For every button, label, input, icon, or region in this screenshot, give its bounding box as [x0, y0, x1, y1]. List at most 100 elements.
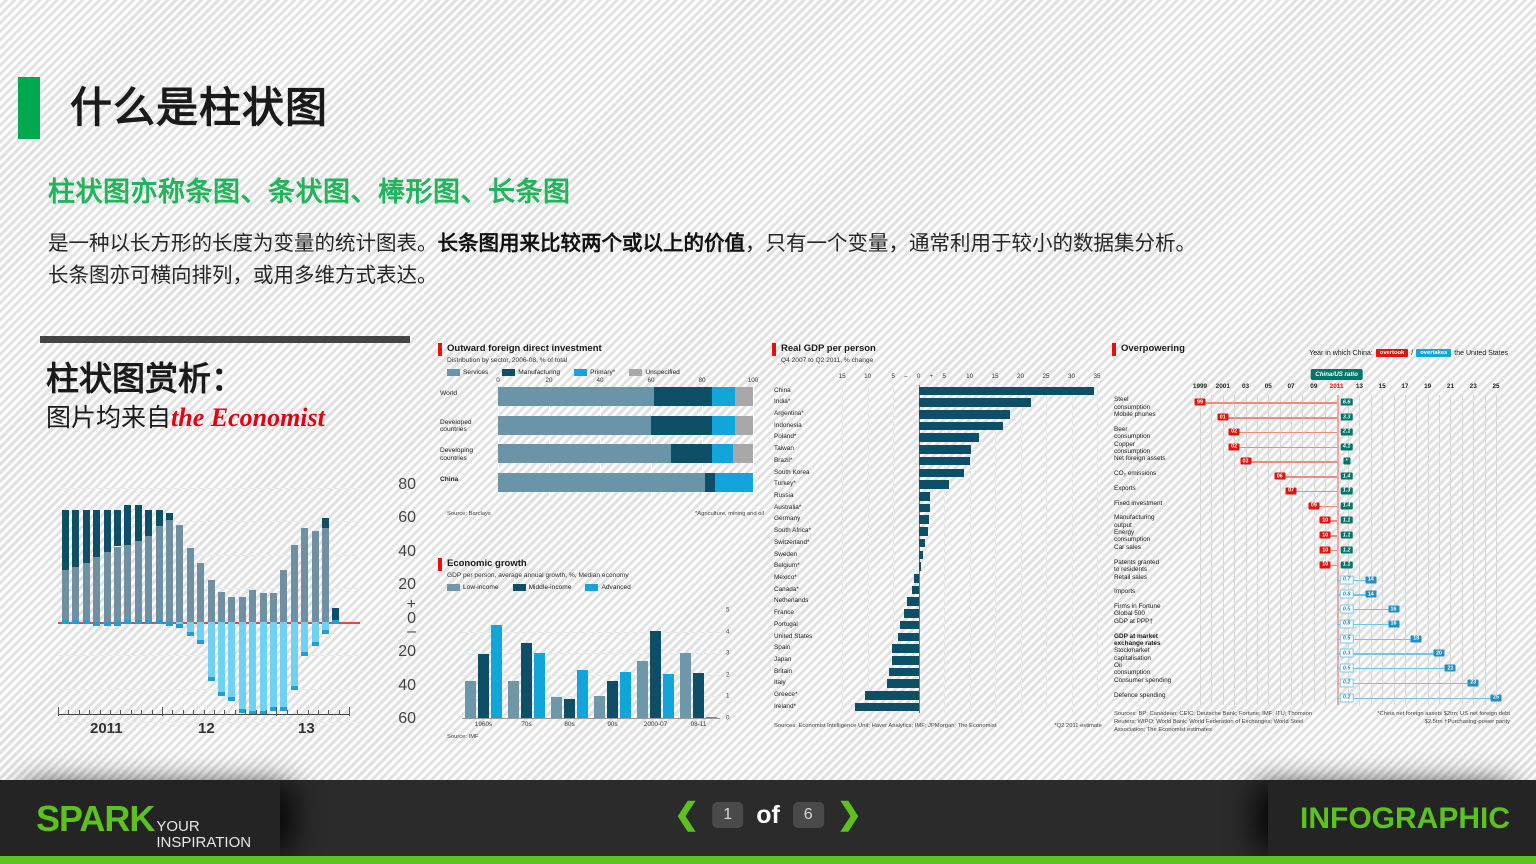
red-marker-icon: [438, 343, 442, 356]
row-label: Netherlands: [774, 597, 809, 605]
chevron-right-icon[interactable]: ❯: [837, 800, 862, 830]
x-axis-tick: [297, 710, 299, 715]
year-axis-label: 13: [1355, 383, 1363, 390]
bar-segment-mid: [207, 579, 215, 622]
x-axis-label: 2000-07: [643, 721, 668, 728]
x-axis-tick: [193, 710, 195, 715]
paragraph-seg-bold: 长条图用来比较两个或以上的价值: [437, 232, 746, 255]
bar-segment-mid: [166, 519, 173, 622]
table-row: [498, 444, 753, 463]
bar-segment-mid: [145, 536, 153, 622]
x-axis-tick: [110, 710, 111, 715]
over-source: Sources: BP; Canadean; CEIC; Deutsche Ba…: [1114, 711, 1313, 733]
legend-label: Low-income: [463, 584, 499, 591]
x-axis-label: 90s: [607, 721, 618, 728]
legend-item: Advanced: [585, 584, 631, 591]
row-label: France: [774, 609, 794, 617]
row-label: Japan: [774, 655, 792, 663]
bar: [706, 716, 717, 718]
y-axis-tick-label: 20: [398, 643, 416, 661]
bar: [607, 681, 618, 718]
year-axis-label: 2011: [1329, 383, 1344, 390]
year-chip-future: 21: [1444, 664, 1456, 672]
row-label: GDP at market exchange rates: [1114, 632, 1161, 647]
bar-segment-mid: [311, 531, 319, 622]
row-label: Mobile phones: [1114, 411, 1156, 419]
x-axis-label: 20: [545, 377, 553, 384]
x-axis-tick: [182, 710, 184, 715]
year-axis-label: 19: [1424, 383, 1432, 390]
legend-item: Primary*: [574, 369, 615, 376]
row-label: Steel consumption: [1114, 396, 1151, 411]
bar-segment: [498, 472, 705, 492]
bar: [534, 653, 545, 718]
gridline: [1484, 395, 1486, 705]
bar: [907, 597, 919, 606]
x-axis-label: 2011: [90, 720, 123, 737]
year-chip-future: 14: [1365, 590, 1377, 598]
current-page-box[interactable]: 1: [712, 802, 744, 828]
bar-segment-mid: [134, 541, 142, 622]
bar-segment-mid: [259, 593, 267, 622]
ratio-chip: 2.1: [1340, 428, 1353, 436]
bar-segment-dark: [134, 504, 142, 542]
year-axis-label: 09: [1310, 383, 1318, 390]
gridline: [1279, 395, 1281, 705]
over-header-prefix: Year in which China:: [1309, 349, 1373, 357]
row-label: Developed countries: [440, 418, 472, 434]
bar-segment-negative: [270, 621, 277, 711]
ratio-chip: 1.1: [1340, 516, 1353, 524]
year-chip-future: 18: [1410, 635, 1422, 643]
y-axis-tick-label: 40: [398, 542, 416, 560]
bar-segment: [498, 444, 672, 463]
body-paragraph: 是一种以长方形的长度为变量的统计图表。长条图用来比较两个或以上的价值，只有一个变…: [48, 228, 1498, 293]
footer-bar: SPARK YOUR INSPIRATION ❮ 1 of 6 ❯ INFOGR…: [0, 780, 1536, 864]
gridline: [58, 488, 360, 489]
bar-group: [634, 610, 677, 718]
bar-segment: [653, 387, 713, 406]
year-chip-future: 16: [1388, 605, 1400, 613]
gridline: [1291, 395, 1293, 705]
x-axis-label: 25: [1042, 373, 1050, 380]
bar-cap: [114, 622, 121, 627]
diverging-plot-area: [58, 488, 360, 723]
gridline: [1404, 395, 1406, 705]
x-axis-label: +: [929, 373, 934, 380]
bar-segment-negative: [228, 621, 236, 701]
bar: [918, 386, 1095, 396]
chevron-left-icon[interactable]: ❮: [674, 800, 699, 830]
bar-segment: [714, 472, 753, 492]
gridline: [1370, 395, 1372, 705]
brand-tagline-line1: YOUR: [156, 818, 200, 835]
row-label: China: [774, 386, 791, 394]
bar: [918, 538, 925, 548]
ratio-chip: 0.5: [1339, 634, 1354, 644]
bar-segment-dark: [62, 509, 69, 570]
chart-diverging: 80 60 40 20 +0–20 40 60 2011 12 13: [48, 476, 418, 750]
connector-line: [1291, 490, 1337, 493]
y-axis-tick-label: –: [407, 623, 416, 641]
ratio-chip: 1.1: [1340, 531, 1353, 539]
bar-segment-mid: [62, 569, 69, 622]
x-axis-label: 0: [496, 377, 500, 384]
legend-label: Middle-income: [528, 584, 572, 591]
x-axis-label: 80: [698, 377, 706, 384]
gridline: [1359, 395, 1361, 705]
bar-segment: [712, 415, 736, 435]
table-row: [498, 472, 753, 492]
x-axis-tick: [130, 710, 132, 715]
bar: [594, 696, 605, 718]
chart-economic-growth: Economic growth GDP per person, average …: [438, 558, 768, 753]
gdp-title-row: Real GDP per person: [772, 343, 1104, 356]
gridline: [1439, 395, 1441, 705]
bar-group: [548, 610, 591, 718]
row-label: Belgium*: [774, 562, 800, 570]
econ-title-row: Economic growth: [438, 558, 768, 571]
row-label: Exports: [1114, 484, 1136, 492]
x-axis-tick: [276, 707, 278, 716]
economist-brand: the Economist: [171, 403, 325, 432]
gridline: [867, 385, 869, 713]
over-header-suffix: the United States: [1454, 349, 1508, 357]
bar: [637, 660, 648, 718]
bar-cap: [82, 620, 90, 625]
